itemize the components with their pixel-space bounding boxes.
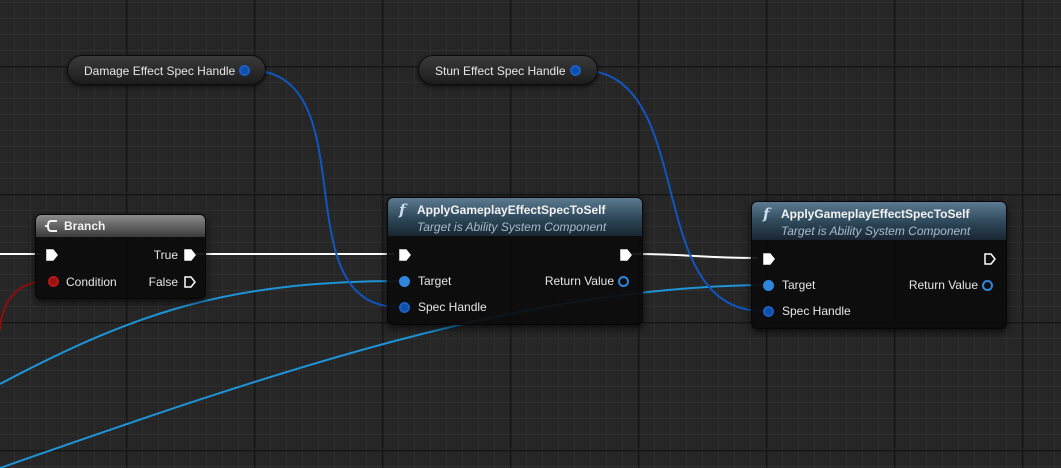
apply2-exec-out-pin[interactable] (984, 253, 996, 265)
branch-icon (45, 220, 57, 232)
branch-true-pin[interactable] (184, 249, 196, 261)
branch-header (36, 215, 205, 237)
damage-spec-output-pin[interactable] (239, 65, 250, 76)
apply2-return-pin[interactable] (982, 280, 993, 291)
branch-node[interactable]: Branch True Condition False (35, 214, 206, 299)
apply1-spec-handle-label: Spec Handle (418, 300, 487, 314)
stun-effect-spec-handle-label: Stun Effect Spec Handle (435, 64, 566, 78)
branch-true-label: True (153, 248, 178, 262)
function-icon: f (399, 201, 406, 219)
apply-gameplay-effect-node-1[interactable]: f ApplyGameplayEffectSpecToSelf Target i… (387, 197, 643, 325)
branch-false-pin[interactable] (184, 276, 196, 288)
stun-spec-output-pin[interactable] (570, 65, 581, 76)
apply1-subtitle: Target is Ability System Component (417, 220, 607, 234)
function-icon: f (763, 205, 770, 223)
apply2-return-label: Return Value (908, 278, 978, 292)
apply2-subtitle: Target is Ability System Component (781, 224, 971, 238)
apply1-spec-handle-pin[interactable] (399, 302, 410, 313)
exec-wire-apply1-out (631, 253, 759, 259)
apply2-spec-handle-pin[interactable] (763, 306, 774, 317)
branch-exec-in-pin[interactable] (46, 249, 58, 261)
apply1-return-label: Return Value (544, 274, 614, 288)
damage-effect-spec-handle-node[interactable]: Damage Effect Spec Handle (67, 55, 266, 85)
stun-effect-spec-handle-node[interactable]: Stun Effect Spec Handle (418, 55, 598, 85)
apply1-target-label: Target (418, 274, 452, 288)
apply2-spec-handle-label: Spec Handle (782, 304, 851, 318)
branch-title: Branch (64, 219, 106, 233)
apply2-exec-in-pin[interactable] (763, 253, 775, 265)
apply1-target-pin[interactable] (399, 276, 410, 287)
branch-condition-pin[interactable] (48, 276, 59, 287)
spec-wire-damage (247, 69, 400, 308)
branch-condition-label: Condition (66, 275, 117, 289)
target-wire-2 (0, 284, 763, 468)
apply1-exec-in-pin[interactable] (399, 249, 411, 261)
apply2-target-label: Target (782, 278, 816, 292)
branch-false-label: False (148, 275, 178, 289)
damage-effect-spec-handle-label: Damage Effect Spec Handle (84, 64, 236, 78)
apply2-target-pin[interactable] (763, 280, 774, 291)
apply2-title: ApplyGameplayEffectSpecToSelf (781, 207, 970, 221)
apply1-return-pin[interactable] (618, 276, 629, 287)
apply-gameplay-effect-node-2[interactable]: f ApplyGameplayEffectSpecToSelf Target i… (751, 201, 1007, 329)
apply1-title: ApplyGameplayEffectSpecToSelf (417, 203, 606, 217)
apply1-exec-out-pin[interactable] (620, 249, 632, 261)
